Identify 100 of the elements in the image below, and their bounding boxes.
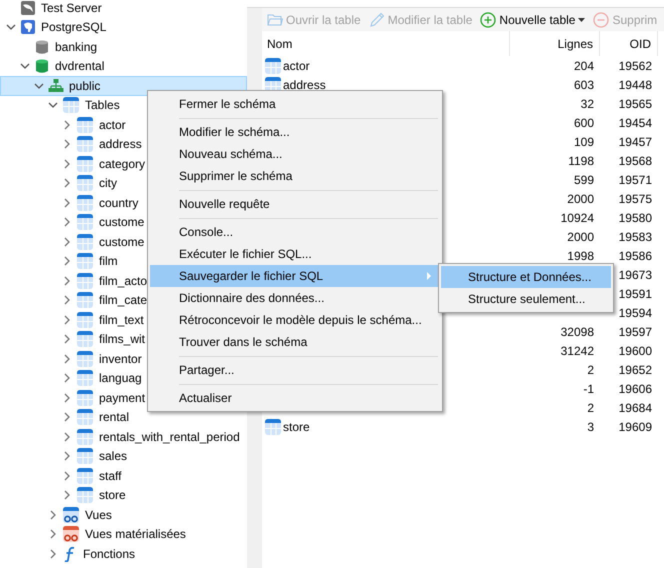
table-cell: 19586 <box>618 248 652 262</box>
chevron-icon[interactable] <box>20 61 30 72</box>
chevron-icon[interactable] <box>62 432 72 442</box>
chevron-icon[interactable] <box>62 314 72 325</box>
table-icon <box>76 350 94 368</box>
chevron-icon[interactable] <box>48 548 58 559</box>
table-cell: 2 <box>587 400 594 414</box>
table-icon <box>76 466 94 485</box>
table-icon <box>76 135 94 154</box>
chevron-icon[interactable] <box>6 22 16 32</box>
tree-item[interactable]: banking <box>0 37 247 56</box>
tree-item[interactable]: Vues <box>0 505 247 524</box>
chevron-icon[interactable] <box>34 80 44 91</box>
table-cell: 19565 <box>618 96 652 110</box>
menu-item[interactable]: Structure et Données... <box>441 266 611 288</box>
chevron-icon[interactable] <box>62 490 72 500</box>
tree-item[interactable]: rental <box>0 408 247 427</box>
chevron-icon[interactable] <box>62 276 72 286</box>
column-header[interactable]: Nom <box>262 31 510 56</box>
table-cell: 19457 <box>618 134 652 148</box>
menu-item[interactable]: Sauvegarder le fichier SQL <box>150 265 440 287</box>
chevron-icon[interactable] <box>62 295 72 306</box>
chevron-icon[interactable] <box>62 217 72 228</box>
table-cell: 603 <box>574 78 594 92</box>
tree-item[interactable]: staff <box>0 466 247 486</box>
caret-icon[interactable] <box>578 18 586 22</box>
table-icon <box>62 96 80 114</box>
table-icon <box>76 232 94 251</box>
menu-item[interactable]: Partager... <box>150 359 440 381</box>
chevron-icon[interactable] <box>62 334 72 344</box>
table-cell: 19609 <box>618 420 652 434</box>
chevron-icon[interactable] <box>62 256 72 266</box>
menu-item[interactable]: Dictionnaire des données... <box>150 287 440 309</box>
tree-item[interactable]: sales <box>0 446 247 466</box>
chevron-icon[interactable] <box>62 412 72 422</box>
minus-icon <box>593 12 610 28</box>
menu-item[interactable]: Nouvelle requête <box>150 193 440 215</box>
menu-item[interactable]: Fermer le schéma <box>150 93 440 115</box>
chevron-icon[interactable] <box>62 198 72 208</box>
view-icon <box>62 525 80 544</box>
table-cell: 19562 <box>618 58 652 72</box>
table-icon <box>76 213 94 232</box>
menu-item[interactable]: Trouver dans le schéma <box>150 331 440 353</box>
table-icon <box>76 369 94 388</box>
table-cell: address <box>283 78 326 92</box>
tree-item[interactable]: rentals_with_rental_period <box>0 427 247 446</box>
tree-item[interactable]: PostgreSQL <box>0 18 247 37</box>
table-icon <box>76 486 94 504</box>
chevron-icon[interactable] <box>62 178 72 188</box>
chevron-icon[interactable] <box>62 236 72 247</box>
chevron-icon[interactable] <box>62 392 72 403</box>
table-cell: 1998 <box>567 248 594 262</box>
tree-item[interactable]: store <box>0 486 247 505</box>
pencil-icon <box>368 12 385 28</box>
table-icon <box>76 428 94 446</box>
chevron-icon[interactable] <box>62 451 72 462</box>
table-icon <box>76 116 94 134</box>
folder-icon <box>267 12 283 26</box>
table-icon <box>76 174 94 192</box>
menu-item[interactable]: Modifier le schéma... <box>150 121 440 143</box>
table-icon <box>76 330 94 348</box>
menu-item[interactable]: Supprimer le schéma <box>150 165 440 187</box>
database-icon <box>34 58 50 74</box>
tree-item[interactable]: Test Server <box>0 0 247 18</box>
view-icon <box>62 506 80 524</box>
chevron-icon[interactable] <box>62 139 72 150</box>
menu-item[interactable]: Rétroconcevoir le modèle depuis le schéma... <box>150 309 440 331</box>
table-cell: 10924 <box>560 210 594 224</box>
chevron-icon[interactable] <box>62 120 72 130</box>
table-icon <box>76 447 94 466</box>
chevron-icon[interactable] <box>62 373 72 384</box>
table-cell: 31242 <box>560 344 594 358</box>
column-header[interactable]: OID <box>600 31 658 56</box>
table-icon <box>76 272 94 290</box>
table-cell: 19591 <box>618 286 652 300</box>
toolbar-button[interactable]: Nouvelle table <box>477 10 588 28</box>
chevron-icon[interactable] <box>48 529 58 540</box>
tree-item[interactable]: Fonctions <box>0 544 247 564</box>
table-icon <box>76 291 94 310</box>
menu-item[interactable]: Actualiser <box>150 387 440 409</box>
table-cell: 19673 <box>618 268 652 282</box>
menu-item[interactable]: Exécuter le fichier SQL... <box>150 243 440 265</box>
column-header[interactable]: Lignes <box>510 31 600 56</box>
table-cell: actor <box>283 58 310 72</box>
tree-item[interactable]: Vues matérialisées <box>0 524 247 544</box>
table-cell: 32 <box>580 96 594 110</box>
menu-item[interactable]: Structure seulement... <box>441 288 611 310</box>
table-cell: 19571 <box>618 172 652 186</box>
tree-item[interactable]: dvdrental <box>0 56 247 76</box>
chevron-icon[interactable] <box>62 354 72 364</box>
menu-item[interactable]: Nouveau schéma... <box>150 143 440 165</box>
table-cell: 2 <box>587 362 594 376</box>
database-icon <box>34 38 50 55</box>
chevron-icon[interactable] <box>62 158 72 169</box>
table-icon <box>76 408 94 426</box>
table-icon <box>76 310 94 329</box>
menu-item[interactable]: Console... <box>150 221 440 243</box>
chevron-icon[interactable] <box>62 470 72 481</box>
chevron-icon[interactable] <box>48 510 58 520</box>
chevron-icon[interactable] <box>48 100 58 110</box>
